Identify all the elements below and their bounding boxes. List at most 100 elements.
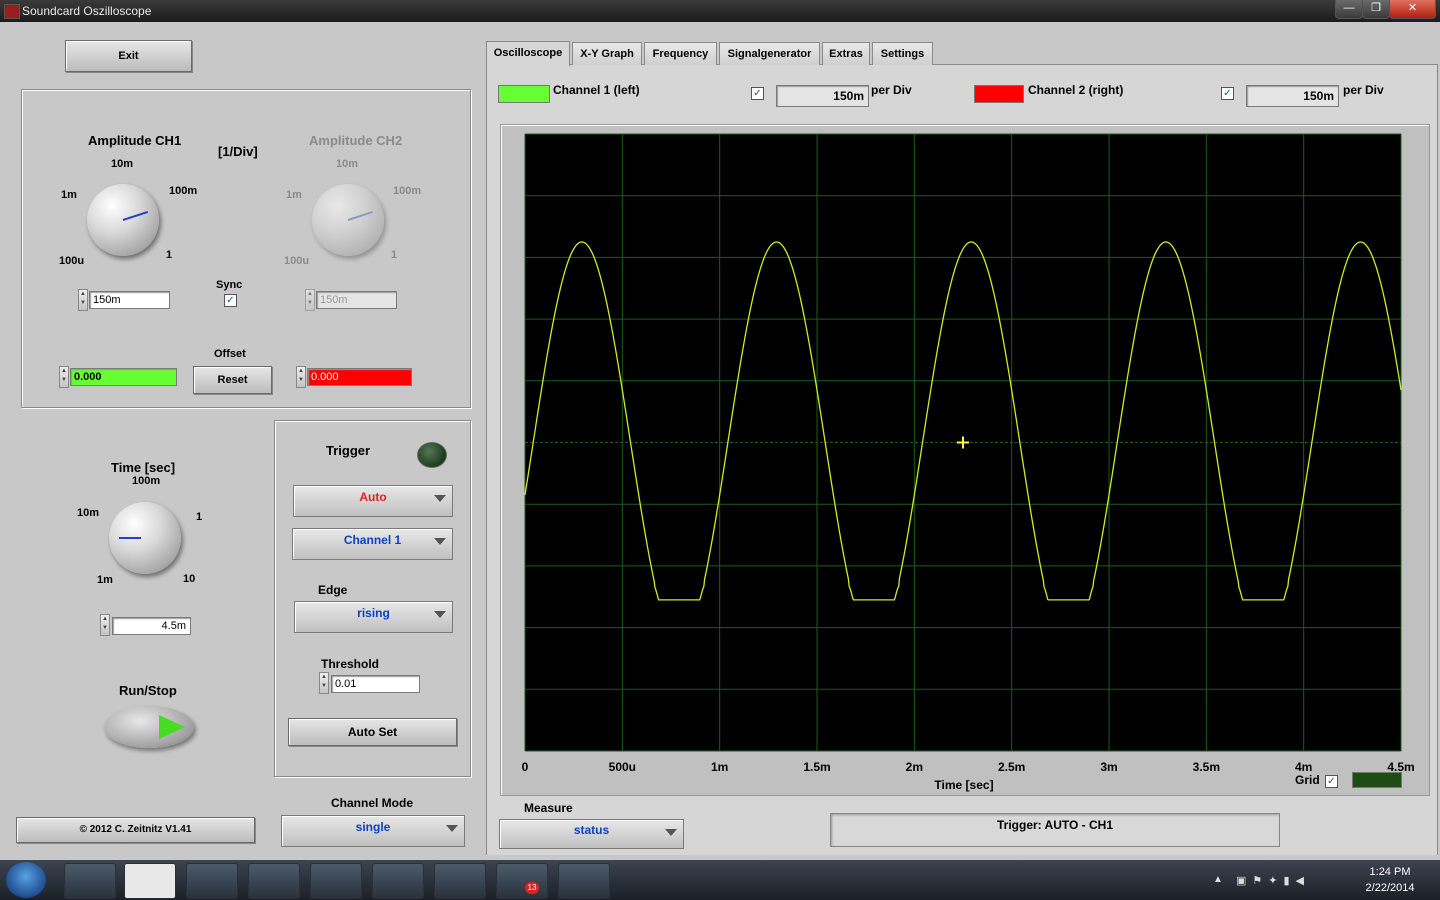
x-tick-label: 1.5m (803, 760, 830, 774)
grid-color-swatch[interactable] (1352, 772, 1402, 788)
knob-indicator (122, 211, 149, 221)
chevron-down-icon (446, 825, 458, 832)
notification-badge: 13 (525, 882, 539, 894)
x-tick-label: 500u (609, 760, 636, 774)
amp-ch1-knob[interactable] (87, 184, 159, 256)
spotify-icon[interactable]: 13 (496, 863, 548, 899)
runstop-button[interactable] (104, 706, 194, 748)
firefox-icon-2[interactable] (558, 863, 610, 899)
ch2-checkbox[interactable]: ✓ (1221, 87, 1234, 100)
maximize-button[interactable]: ❐ (1362, 0, 1390, 19)
ch1-per-div-field[interactable]: 150m (776, 85, 869, 107)
edge-label: Edge (318, 583, 348, 597)
amp-ch2-title: Amplitude CH2 (309, 133, 403, 148)
offset-reset-button[interactable]: Reset (193, 366, 272, 394)
control-panel-icon[interactable] (372, 863, 424, 899)
measure-dropdown[interactable]: status (499, 819, 684, 849)
close-button[interactable]: ✕ (1389, 0, 1436, 19)
offset-ch2-spinner[interactable]: ▲ ▼ (296, 366, 306, 388)
edge-value: rising (357, 606, 390, 620)
exit-button[interactable]: Exit (65, 40, 192, 72)
threshold-field[interactable]: 0.01 (331, 675, 420, 693)
sync-label: Sync (216, 279, 243, 291)
time-tick-1: 1 (196, 511, 203, 523)
x-tick-labels: 0 500u 1m 1.5m 2m 2.5m 3m 3.5m 4m 4.5m (522, 760, 1415, 774)
media-player-icon[interactable] (434, 863, 486, 899)
amp-ch2-value-field: 150m (316, 291, 397, 309)
x-tick-label: 2m (906, 760, 923, 774)
ch1-checkbox[interactable]: ✓ (751, 87, 764, 100)
amp-ch1-spinner[interactable]: ▲ ▼ (78, 289, 88, 311)
ch1-per-div-label: per Div (871, 83, 912, 97)
chrome-icon[interactable] (186, 863, 238, 899)
ch2-per-div-label: per Div (1343, 83, 1384, 97)
amp-ch2-tick-1m: 1m (286, 189, 302, 201)
unit-label: [1/Div] (218, 144, 258, 159)
offset-ch1-field[interactable]: 0.000 (70, 368, 177, 386)
trigger-mode-dropdown[interactable]: Auto (293, 485, 453, 517)
tab-oscilloscope[interactable]: Oscilloscope (486, 41, 570, 66)
scope-app-icon[interactable] (124, 863, 176, 899)
amp-ch1-value-field[interactable]: 150m (89, 291, 170, 309)
trigger-mode-value: Auto (359, 490, 387, 504)
amp-ch1-title: Amplitude CH1 (88, 133, 182, 148)
clock-date: 2/22/2014 (1365, 882, 1415, 894)
grid-label: Grid (1295, 773, 1320, 787)
threshold-spinner[interactable]: ▲ ▼ (319, 672, 329, 694)
audio-app-icon[interactable] (310, 863, 362, 899)
grid-checkbox[interactable]: ✓ (1325, 775, 1338, 788)
autoset-button[interactable]: Auto Set (288, 718, 457, 746)
threshold-label: Threshold (321, 657, 380, 671)
offset-label: Offset (214, 348, 246, 360)
tab-xy-graph[interactable]: X-Y Graph (572, 42, 642, 65)
ch1-label: Channel 1 (left) (553, 83, 640, 97)
time-tick-1m: 1m (97, 574, 113, 586)
amp-ch1-tick-1: 1 (166, 249, 173, 261)
firefox-icon[interactable] (248, 863, 300, 899)
channel-mode-label: Channel Mode (331, 796, 414, 810)
chevron-down-icon (434, 538, 446, 545)
trigger-title: Trigger (326, 443, 371, 458)
window-title: Soundcard Oszilloscope (22, 4, 152, 18)
amp-ch1-tick-100u: 100u (59, 255, 85, 267)
offset-ch1-spinner[interactable]: ▲ ▼ (59, 366, 69, 388)
amp-ch2-knob (312, 184, 384, 256)
ch1-color-swatch[interactable] (498, 85, 550, 103)
ch2-per-div-field[interactable]: 150m (1246, 85, 1339, 107)
time-spinner[interactable]: ▲ ▼ (100, 614, 110, 636)
amp-ch1-tick-10m: 10m (111, 158, 134, 170)
edge-dropdown[interactable]: rising (294, 601, 453, 633)
x-tick-label: 3m (1100, 760, 1117, 774)
copyright-label: © 2012 C. Zeitnitz V1.41 (16, 817, 255, 843)
time-tick-10m: 10m (77, 507, 100, 519)
chevron-down-icon (434, 495, 446, 502)
ch2-label: Channel 2 (right) (1028, 83, 1124, 97)
runstop-label: Run/Stop (119, 683, 177, 698)
amp-ch2-spinner: ▲ ▼ (305, 289, 315, 311)
x-axis-label: Time [sec] (934, 778, 993, 792)
explorer-icon[interactable] (64, 863, 116, 899)
tray-expand-icon[interactable]: ▲ (1213, 874, 1223, 885)
amp-ch2-tick-100u: 100u (284, 255, 310, 267)
tab-extras[interactable]: Extras (822, 42, 870, 65)
time-knob[interactable] (109, 502, 181, 574)
tab-frequency[interactable]: Frequency (644, 42, 717, 65)
channel-mode-dropdown[interactable]: single (281, 815, 465, 847)
oscilloscope-chart[interactable]: 0 500u 1m 1.5m 2m 2.5m 3m 3.5m 4m 4.5m Time [sec] (500, 124, 1428, 794)
tab-signalgenerator[interactable]: Signalgenerator (719, 42, 820, 65)
ch2-color-swatch[interactable] (974, 85, 1024, 103)
time-value-field[interactable]: 4.5m (112, 617, 191, 635)
chevron-down-icon (434, 611, 446, 618)
trigger-channel-value: Channel 1 (343, 533, 402, 547)
time-tick-100m: 100m (132, 475, 161, 487)
tab-settings[interactable]: Settings (872, 42, 933, 65)
clock-time: 1:24 PM (1369, 866, 1411, 878)
trigger-channel-dropdown[interactable]: Channel 1 (292, 528, 453, 560)
offset-ch2-field[interactable]: 0.000 (307, 368, 412, 386)
chevron-down-icon (665, 829, 677, 836)
amp-ch1-tick-1m: 1m (61, 189, 77, 201)
minimize-button[interactable]: — (1335, 0, 1363, 19)
amp-ch1-tick-100m: 100m (169, 185, 198, 197)
sync-checkbox[interactable]: ✓ (224, 294, 237, 307)
start-button[interactable] (6, 862, 46, 898)
